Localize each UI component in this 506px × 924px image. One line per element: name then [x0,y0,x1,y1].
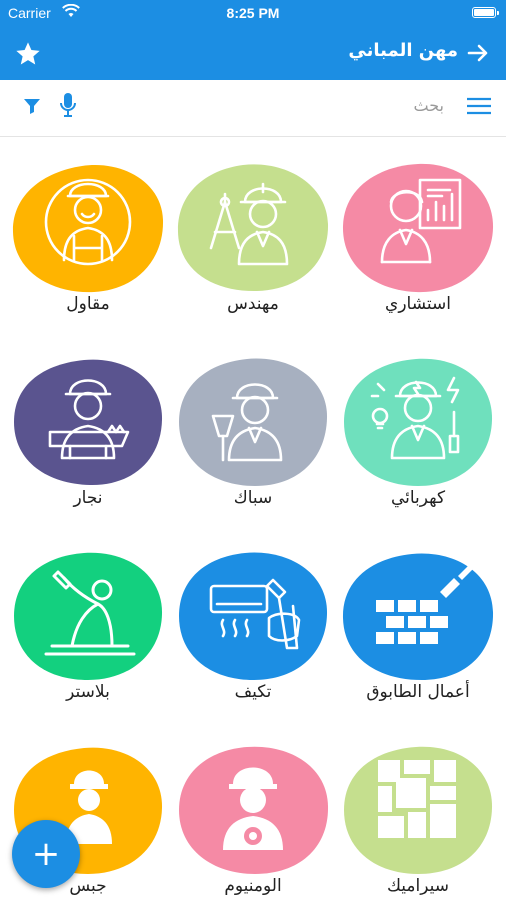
tile-plaster[interactable]: بلاستر [12,550,164,730]
battery-icon [472,7,499,18]
page-title: مهن المباني [348,40,458,61]
plaster-icon [12,550,164,682]
tile-aluminum[interactable]: الومنيوم [177,744,329,924]
menu-icon[interactable] [466,96,492,116]
tile-bricklaying[interactable]: أعمال الطابوق [342,550,494,730]
aluminum-icon [177,744,329,876]
plumber-icon [177,356,329,488]
back-arrow-icon[interactable] [466,41,490,65]
filter-icon[interactable] [22,96,42,116]
tile-air-conditioning[interactable]: تكيف [177,550,329,730]
carpenter-icon [12,356,164,488]
clock: 8:25 PM [226,5,280,21]
add-button[interactable]: + [12,820,80,888]
engineer-icon [177,162,329,294]
plus-icon: + [31,834,61,874]
favorites-star-icon[interactable] [14,40,42,68]
tile-ceramic[interactable]: سيراميك [342,744,494,924]
tile-label: مهندس [227,294,279,314]
tile-label: الومنيوم [224,876,282,896]
search-input[interactable]: بحث [414,96,445,115]
tile-electrician[interactable]: كهربائي [342,356,494,536]
tile-carpenter[interactable]: نجار [12,356,164,536]
ceramic-icon [342,744,494,876]
tile-plumber[interactable]: سباك [177,356,329,536]
tile-label: سيراميك [386,876,450,896]
tile-label: أعمال الطابوق [366,682,470,702]
tile-label: مقاول [66,294,110,314]
tile-label: استشاري [385,294,451,314]
microphone-icon[interactable] [58,92,78,120]
consultant-icon [342,162,494,294]
tile-label: كهربائي [390,488,446,508]
tile-label: نجار [73,488,103,508]
air-conditioning-icon [177,550,329,682]
status-bar: Carrier 8:25 PM [0,0,506,26]
contractor-icon [12,162,164,294]
tile-engineer[interactable]: مهندس [177,162,329,342]
tile-label: سباك [233,488,273,508]
tile-label: تكيف [234,682,272,702]
tile-consultant[interactable]: استشاري [342,162,494,342]
electrician-icon [342,356,494,488]
bricklaying-icon [342,550,494,682]
tile-contractor[interactable]: مقاول [12,162,164,342]
tile-label: بلاستر [66,682,110,702]
